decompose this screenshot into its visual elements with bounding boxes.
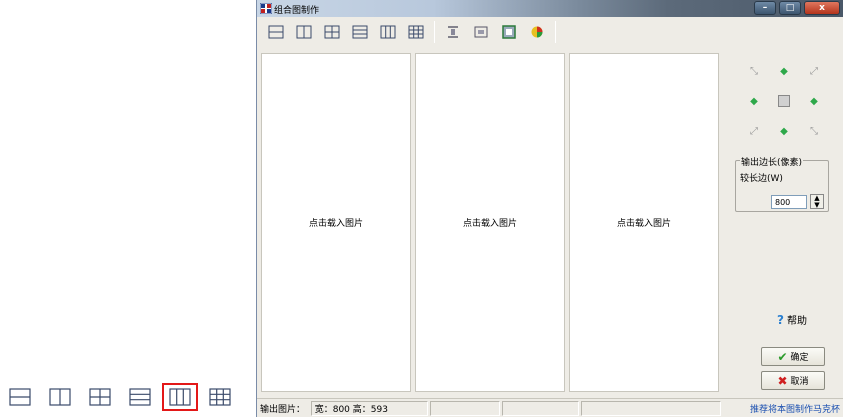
image-icon xyxy=(778,95,790,107)
status-output-label: 输出图片： xyxy=(260,404,306,415)
compose-window: 组合图制作 – □ x 点击载入图片 点击载入图片 点击载入图片 ⤡ ◆ ⤢ ◆… xyxy=(256,0,843,417)
check-icon: ✔ xyxy=(777,349,788,364)
cancel-button[interactable]: ✖ 取消 xyxy=(761,371,825,390)
frame-button[interactable] xyxy=(497,21,521,43)
fit-button[interactable] xyxy=(469,21,493,43)
window-title: 组合图制作 xyxy=(274,6,320,16)
layout-3x3-button[interactable] xyxy=(202,383,238,411)
layout-2-rows-icon xyxy=(9,388,31,406)
layout-3x3-icon xyxy=(209,388,231,406)
align-button[interactable] xyxy=(441,21,465,43)
layout-2-cols-button[interactable] xyxy=(42,383,78,411)
image-slot-3[interactable]: 点击载入图片 xyxy=(569,53,719,392)
status-cell xyxy=(581,400,721,416)
status-cell xyxy=(430,400,500,416)
left-area xyxy=(0,0,256,417)
layout-3-rows-icon xyxy=(129,388,151,406)
image-slot-label: 点击载入图片 xyxy=(308,219,363,229)
minimize-button[interactable]: – xyxy=(754,1,776,15)
frame-icon xyxy=(502,25,516,39)
layout-3-rows-button[interactable] xyxy=(122,383,158,411)
align-icon xyxy=(448,26,458,38)
layout-3-cols-icon xyxy=(380,25,396,39)
layout-2-rows-button[interactable] xyxy=(2,383,38,411)
toolbar xyxy=(257,17,843,47)
arrow-bottom-left-icon[interactable]: ⤢ xyxy=(745,122,763,140)
close-button[interactable]: x xyxy=(804,1,840,15)
arrow-down-icon[interactable]: ◆ xyxy=(775,62,793,80)
layout-2-cols-icon xyxy=(49,388,71,406)
toolbar-layout-2-rows-button[interactable] xyxy=(264,21,288,43)
toolbar-layout-2-cols-button[interactable] xyxy=(292,21,316,43)
long-side-spinner[interactable]: ▲ ▼ xyxy=(810,194,824,209)
toolbar-layout-3x3-button[interactable] xyxy=(404,21,428,43)
toolbar-layout-3-rows-button[interactable] xyxy=(348,21,372,43)
long-side-input[interactable] xyxy=(771,195,807,209)
help-button[interactable]: ? 帮助 xyxy=(777,312,807,328)
layout-3x3-icon xyxy=(408,25,424,39)
long-side-label: 较长边(W) xyxy=(740,174,783,184)
color-icon xyxy=(531,26,543,38)
layout-2-cols-icon xyxy=(296,25,312,39)
image-slot-1[interactable]: 点击载入图片 xyxy=(261,53,411,392)
toolbar-separator-end xyxy=(555,21,556,43)
cross-icon: ✖ xyxy=(777,373,788,388)
layout-2-rows-icon xyxy=(268,25,284,39)
status-output-size: 宽：800 高：593 xyxy=(310,400,429,416)
app-icon xyxy=(260,3,272,14)
cancel-label: 取消 xyxy=(790,377,809,387)
image-slot-2[interactable]: 点击载入图片 xyxy=(415,53,565,392)
maximize-button[interactable]: □ xyxy=(779,1,801,15)
position-arrows: ⤡ ◆ ⤢ ◆ ◆ ⤢ ◆ ⤡ xyxy=(739,58,835,148)
help-label: 帮助 xyxy=(786,316,807,327)
status-bar: 输出图片： 宽：800 高：593 推荐将本图制作马克杯 xyxy=(257,398,843,417)
arrow-left-icon[interactable]: ◆ xyxy=(805,92,823,110)
arrow-right-icon[interactable]: ◆ xyxy=(745,92,763,110)
layout-2x2-icon xyxy=(89,388,111,406)
layout-2x2-button[interactable] xyxy=(82,383,118,411)
layout-2x2-icon xyxy=(324,25,340,39)
arrow-top-left-icon[interactable]: ⤡ xyxy=(745,62,763,80)
output-size-legend: 输出边长(像素) xyxy=(740,155,804,168)
toolbar-layout-2x2-button[interactable] xyxy=(320,21,344,43)
layout-3-rows-icon xyxy=(352,25,368,39)
arrow-up-icon[interactable]: ◆ xyxy=(775,122,793,140)
fit-icon xyxy=(474,26,488,38)
arrow-bottom-right-icon[interactable]: ⤡ xyxy=(805,122,823,140)
title-bar[interactable]: 组合图制作 – □ x xyxy=(257,0,843,17)
help-icon: ? xyxy=(777,312,784,327)
output-size-group: 输出边长(像素) 较长边(W) ▲▼ xyxy=(735,155,829,212)
ok-label: 确定 xyxy=(790,353,809,363)
layout-3-cols-button[interactable] xyxy=(162,383,198,411)
image-slot-label: 点击载入图片 xyxy=(462,219,517,229)
status-cell xyxy=(501,400,580,416)
left-layout-toolbar xyxy=(2,379,256,415)
arrow-top-right-icon[interactable]: ⤢ xyxy=(805,62,823,80)
toolbar-layout-3-cols-button[interactable] xyxy=(376,21,400,43)
image-slot-label: 点击载入图片 xyxy=(616,219,671,229)
recommend-link[interactable]: 推荐将本图制作马克杯 xyxy=(723,401,842,416)
toolbar-separator xyxy=(434,21,435,43)
color-button[interactable] xyxy=(525,21,549,43)
ok-button[interactable]: ✔ 确定 xyxy=(761,347,825,366)
layout-3-cols-icon xyxy=(169,388,191,406)
center-image-button[interactable] xyxy=(775,92,793,110)
